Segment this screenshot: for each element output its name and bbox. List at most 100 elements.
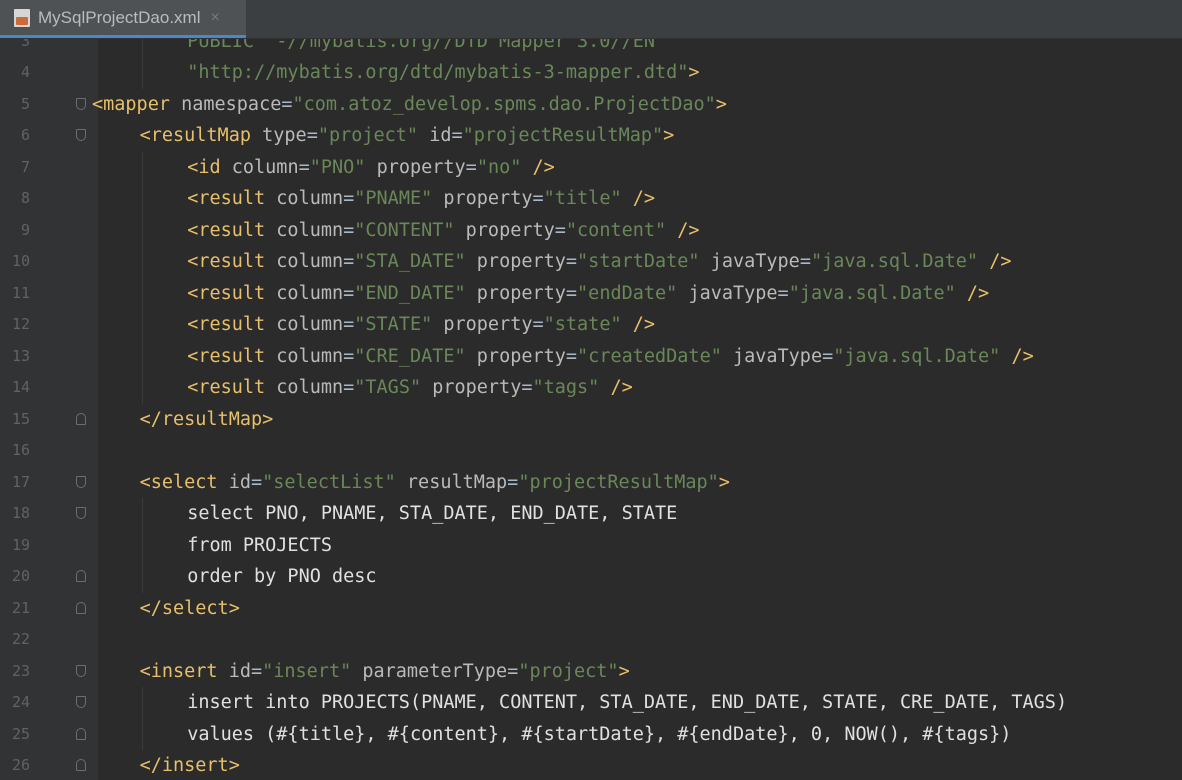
code-token: <result — [187, 314, 266, 335]
close-icon[interactable]: × — [211, 9, 220, 27]
code-text: <result column="CONTENT" property="conte… — [187, 215, 699, 247]
code-line[interactable]: 22 — [0, 624, 1182, 656]
code-line[interactable]: 17 <select id="selectList" resultMap="pro… — [0, 467, 1182, 499]
code-line[interactable]: 15 </resultMap> — [0, 404, 1182, 436]
code-token: /> — [966, 282, 990, 304]
code-token: "CRE_DATE" — [354, 345, 466, 367]
line-number: 22 — [11, 630, 30, 648]
line-number: 6 — [20, 126, 30, 144]
fold-open-icon[interactable] — [76, 507, 86, 519]
code-line[interactable]: 18 select PNO, PNAME, STA_DATE, END_DATE,… — [0, 498, 1182, 530]
code-token: = — [521, 377, 533, 398]
code-token: property — [476, 345, 566, 367]
indent-guide — [141, 277, 143, 309]
code-token: id — [228, 471, 251, 493]
code-line[interactable]: 6 <resultMap type="project" id="projectRe… — [0, 120, 1182, 152]
code-token: = — [250, 471, 263, 493]
code-line[interactable]: 8 <result column="PNAME" property="title"… — [0, 183, 1182, 215]
code-token: column — [276, 345, 344, 367]
code-line[interactable]: 21 </select> — [0, 593, 1182, 625]
line-number: 9 — [20, 220, 30, 239]
code-line[interactable]: 13 <result column="CRE_DATE" property="cr… — [0, 340, 1182, 372]
fold-open-icon[interactable] — [76, 664, 86, 677]
line-number: 14 — [11, 378, 30, 396]
fold-open-icon[interactable] — [76, 129, 86, 141]
code-line[interactable]: 16 — [0, 435, 1182, 467]
code-line[interactable]: 14 <result column="TAGS" property="tags" … — [0, 372, 1182, 404]
code-line[interactable]: 12 <result column="STATE" property="state… — [0, 309, 1182, 341]
fold-open-icon[interactable] — [76, 97, 86, 110]
code-token: "PNAME" — [354, 188, 433, 209]
code-token: = — [465, 156, 477, 178]
code-text: <result column="STATE" property="state" … — [187, 309, 655, 341]
code-token: = — [343, 377, 355, 398]
tab-mysqlprojectdao-xml[interactable]: MySqlProjectDao.xml × — [0, 0, 246, 38]
code-token: = — [250, 660, 263, 682]
code-token: "STATE" — [354, 314, 433, 335]
code-line[interactable]: 3 PUBLIC "-//mybatis.org//DTD Mapper 3.0/… — [0, 39, 1182, 57]
fold-close-icon[interactable] — [76, 727, 86, 740]
indent-guide — [141, 214, 143, 246]
code-token: <result — [187, 282, 266, 304]
code-token: /> — [610, 377, 633, 398]
code-token: from PROJECTS — [187, 534, 332, 556]
code-text: </insert> — [140, 750, 240, 780]
code-line[interactable]: 26 </insert> — [0, 750, 1182, 780]
code-token: "com.atoz_develop.spms.dao.ProjectDao" — [292, 93, 716, 115]
fold-open-icon[interactable] — [76, 696, 86, 708]
code-line[interactable]: 11 <result column="END_DATE" property="en… — [0, 277, 1182, 309]
line-number: 25 — [11, 724, 30, 743]
code-token: "CONTENT" — [354, 219, 455, 241]
code-text: <insert id="insert" parameterType="proje… — [140, 656, 630, 688]
code-line[interactable]: 7 <id column="PNO" property="no" /> — [0, 151, 1182, 183]
code-line[interactable]: 25 values (#{title}, #{content}, #{startD… — [0, 718, 1182, 750]
code-token: "startDate" — [577, 251, 700, 272]
line-number: 15 — [11, 409, 30, 428]
code-line[interactable]: 10 <result column="STA_DATE" property="st… — [0, 246, 1182, 278]
fold-close-icon[interactable] — [76, 412, 86, 425]
indent-guide — [141, 498, 143, 530]
indent-guide — [141, 309, 143, 341]
code-token: "java.sql.Date" — [810, 251, 979, 272]
fold-close-icon[interactable] — [76, 601, 86, 614]
code-editor[interactable]: 3 PUBLIC "-//mybatis.org//DTD Mapper 3.0/… — [0, 39, 1182, 780]
code-token: order by PNO desc — [187, 566, 377, 587]
code-line[interactable]: 23 <insert id="insert" parameterType="pro… — [0, 656, 1182, 688]
code-line[interactable]: 24 insert into PROJECTS(PNAME, CONTENT, S… — [0, 687, 1182, 719]
code-token: "STA_DATE" — [354, 251, 466, 272]
line-number: 7 — [20, 157, 30, 176]
code-token: = — [343, 282, 355, 304]
code-token: > — [688, 62, 700, 83]
code-token: = — [565, 251, 578, 272]
code-token: <result — [187, 219, 266, 241]
code-token: = — [554, 219, 566, 241]
code-token: "project" — [317, 125, 419, 146]
code-line[interactable]: 9 <result column="CONTENT" property="cont… — [0, 214, 1182, 247]
code-line[interactable]: 19 from PROJECTS — [0, 529, 1182, 561]
line-number: 10 — [11, 252, 30, 270]
code-text: <result column="PNAME" property="title" … — [187, 183, 655, 215]
code-token: = — [451, 125, 463, 146]
code-token: "createdDate" — [577, 345, 722, 367]
code-token: /> — [532, 156, 555, 178]
fold-close-icon[interactable] — [76, 759, 86, 771]
code-token: > — [715, 93, 727, 115]
code-token: = — [343, 251, 355, 272]
code-line[interactable]: 20 order by PNO desc — [0, 561, 1182, 593]
code-token: = — [298, 156, 310, 178]
fold-open-icon[interactable] — [76, 475, 86, 488]
fold-close-icon[interactable] — [76, 570, 86, 582]
code-line[interactable]: 5 <mapper namespace="com.atoz_develop.spm… — [0, 89, 1182, 121]
code-line[interactable]: 4 "http://mybatis.org/dtd/mybatis-3-mappe… — [0, 57, 1182, 89]
